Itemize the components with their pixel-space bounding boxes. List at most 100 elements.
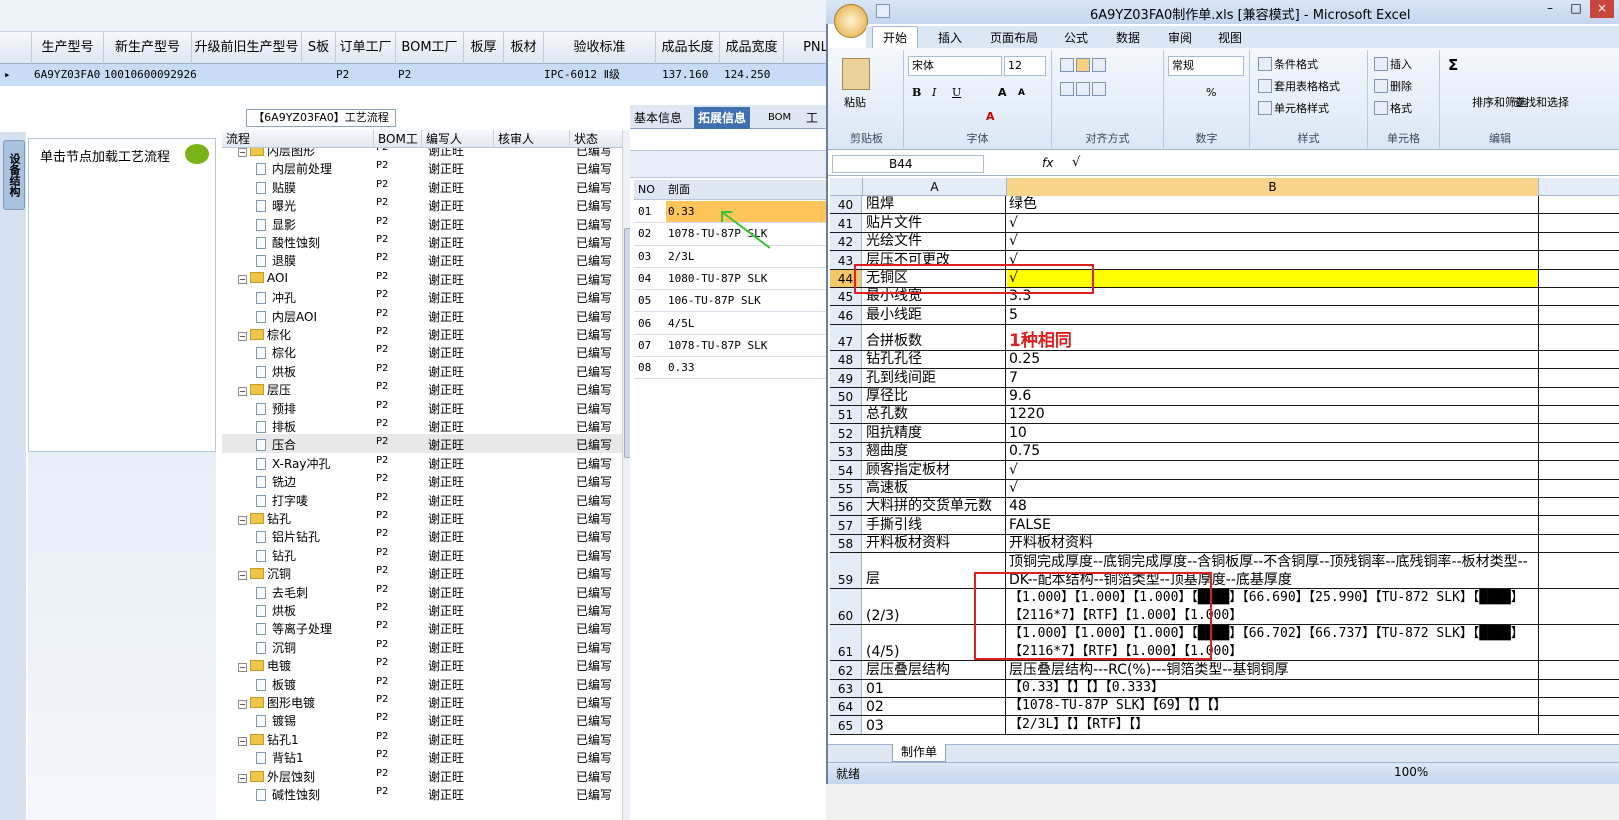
rail-tab-equipment[interactable]: 设备结构 [3,140,25,210]
tree-row[interactable]: 酸性蚀刻 P2 谢正旺 已编写 [222,232,622,250]
tab-extended-info[interactable]: 拓展信息 [694,107,751,129]
format-cells-button[interactable]: 格式 [1374,100,1412,116]
tree-row[interactable]: 沉铜 P2 谢正旺 已编写 [222,637,622,655]
collapse-icon[interactable]: − [238,571,247,581]
collapse-icon[interactable]: − [238,274,247,284]
tree-row[interactable]: 镀锡 P2 谢正旺 已编写 [222,710,622,728]
row-number[interactable]: 52 [830,424,862,442]
cell-b[interactable]: √ [1007,461,1539,479]
ribbon-tab-view[interactable]: 视图 [1218,29,1242,46]
align-top-icon[interactable] [1060,58,1108,72]
cell-b[interactable]: 【2/3L】【】【RTF】【】 [1007,716,1539,734]
tab-bom[interactable]: BOM [764,107,795,129]
row-number[interactable]: 53 [830,442,862,461]
maximize-button[interactable]: □ [1564,0,1588,18]
row-number[interactable]: 56 [830,498,862,516]
ribbon-tab-review[interactable]: 审阅 [1168,29,1192,46]
name-box[interactable]: B44 [832,155,984,173]
col-order-factory[interactable]: 订单工厂 [336,32,396,64]
select-all-corner[interactable] [830,178,863,196]
cell-b[interactable]: 1种相同 [1007,324,1539,350]
cell-a[interactable]: 手撕引线 [864,516,1006,534]
row-number[interactable]: 62 [830,661,862,679]
cell-a[interactable]: 孔到线间距 [864,369,1006,387]
tree-row[interactable]: − 外层蚀刻 P2 谢正旺 已编写 [222,766,622,784]
col-new-model[interactable]: 新生产型号 [104,32,192,64]
row-number[interactable]: 46 [830,306,862,324]
tree-col-reviewer[interactable]: 核审人 [494,130,570,148]
tab-process[interactable]: 工 [802,107,822,129]
row-number[interactable]: 41 [830,214,862,232]
grow-font-icon[interactable]: A [998,86,1007,99]
tree-row[interactable]: 内层AOI P2 谢正旺 已编写 [222,306,622,324]
cell-a[interactable]: 层压叠层结构 [864,661,1006,679]
tree-row[interactable]: 碱性蚀刻 P2 谢正旺 已编写 [222,784,622,802]
cell-a[interactable]: 总孔数 [864,406,1006,424]
tree-row[interactable]: − 内层图形 P2 谢正旺 已编写 [222,148,622,158]
minimize-button[interactable]: – [1538,0,1562,18]
cell-b[interactable]: 开料板材资料 [1007,534,1539,553]
cell-a[interactable]: 开料板材资料 [864,534,1006,553]
close-button[interactable]: × [1590,0,1614,18]
italic-icon[interactable]: I [932,86,936,99]
tree-row[interactable]: X-Ray冲孔 P2 谢正旺 已编写 [222,453,622,471]
row-number[interactable]: 40 [830,196,862,214]
collapse-icon[interactable]: − [238,700,247,709]
delete-cells-button[interactable]: 删除 [1374,78,1412,94]
tree-row[interactable]: − 钻孔1 P2 谢正旺 已编写 [222,729,622,747]
fx-icon[interactable]: fx [1042,156,1053,170]
section-row[interactable]: 05 106-TU-87P SLK [634,290,830,313]
tree-row[interactable]: 显影 P2 谢正旺 已编写 [222,214,622,232]
cell-b[interactable]: 0.25 [1007,350,1539,369]
cell-a[interactable]: 翘曲度 [864,442,1006,461]
ribbon-tab-layout[interactable]: 页面布局 [990,29,1038,46]
cell-b[interactable]: 层压叠层结构---RC(%)---铜箔类型--基铜铜厚 [1007,661,1539,679]
col-old-model[interactable]: 升级前旧生产型号 [192,32,302,64]
tree-row[interactable]: 背钻1 P2 谢正旺 已编写 [222,747,622,765]
cell-a[interactable]: 02 [864,698,1006,716]
cell-a[interactable]: 大料拼的交货单元数 [864,498,1006,516]
cell-a[interactable]: 最小线距 [864,306,1006,324]
tree-row[interactable]: − 层压 P2 谢正旺 已编写 [222,379,622,397]
collapse-icon[interactable]: − [238,736,247,746]
cell-b[interactable]: 0.75 [1007,442,1539,461]
sheet-tab[interactable]: 制作单 [892,744,946,762]
collapse-icon[interactable]: − [238,148,247,157]
cell-b[interactable]: 10 [1007,424,1539,442]
cell-b[interactable]: √ [1007,232,1539,251]
col-length[interactable]: 成品长度 [656,32,720,64]
tree-row[interactable]: 预排 P2 谢正旺 已编写 [222,398,622,416]
col-material[interactable]: 板材 [504,32,544,64]
tree-row[interactable]: − 棕化 P2 谢正旺 已编写 [222,324,622,342]
cell-b[interactable]: 【0.33】【】【】【0.333】 [1007,679,1539,697]
tree-row[interactable]: − 电镀 P2 谢正旺 已编写 [222,655,622,673]
row-number[interactable]: 65 [830,716,862,734]
col-thickness[interactable]: 板厚 [464,32,504,64]
row-number[interactable]: 63 [830,679,862,697]
section-row[interactable]: 06 4/5L [634,313,830,335]
tree-row[interactable]: 压合 P2 谢正旺 已编写 [222,434,622,453]
tree-row[interactable]: 板镀 P2 谢正旺 已编写 [222,674,622,692]
tree-row[interactable]: − 沉铜 P2 谢正旺 已编写 [222,563,622,581]
tree-col-bom[interactable]: BOM工厂 [374,130,422,164]
tree-row[interactable]: 去毛刺 P2 谢正旺 已编写 [222,582,622,600]
tree-row[interactable]: 等离子处理 P2 谢正旺 已编写 [222,618,622,636]
row-number[interactable]: 47 [830,324,862,350]
cell-b[interactable]: 7 [1007,369,1539,387]
tree-row[interactable]: 烘板 P2 谢正旺 已编写 [222,361,622,379]
ribbon-tab-home[interactable]: 开始 [872,26,919,48]
shrink-font-icon[interactable]: A [1018,88,1025,98]
cell-a[interactable]: 光绘文件 [864,232,1006,251]
office-button[interactable] [834,4,868,38]
number-format-select[interactable]: 常规 [1168,56,1244,76]
row-number[interactable]: 64 [830,698,862,716]
cell-b[interactable]: 【1078-TU-87P SLK】【69】【】【】 [1007,698,1539,716]
cell-b[interactable]: FALSE [1007,516,1539,534]
tree-row[interactable]: 烘板 P2 谢正旺 已编写 [222,600,622,618]
tree-row[interactable]: − 图形电镀 P2 谢正旺 已编写 [222,692,622,710]
row-number[interactable]: 48 [830,350,862,369]
section-row[interactable]: 07 1078-TU-87P SLK [634,335,830,358]
tree-row[interactable]: 贴膜 P2 谢正旺 已编写 [222,177,622,195]
formula-input[interactable]: √ [1072,155,1080,170]
save-icon[interactable] [876,4,890,18]
